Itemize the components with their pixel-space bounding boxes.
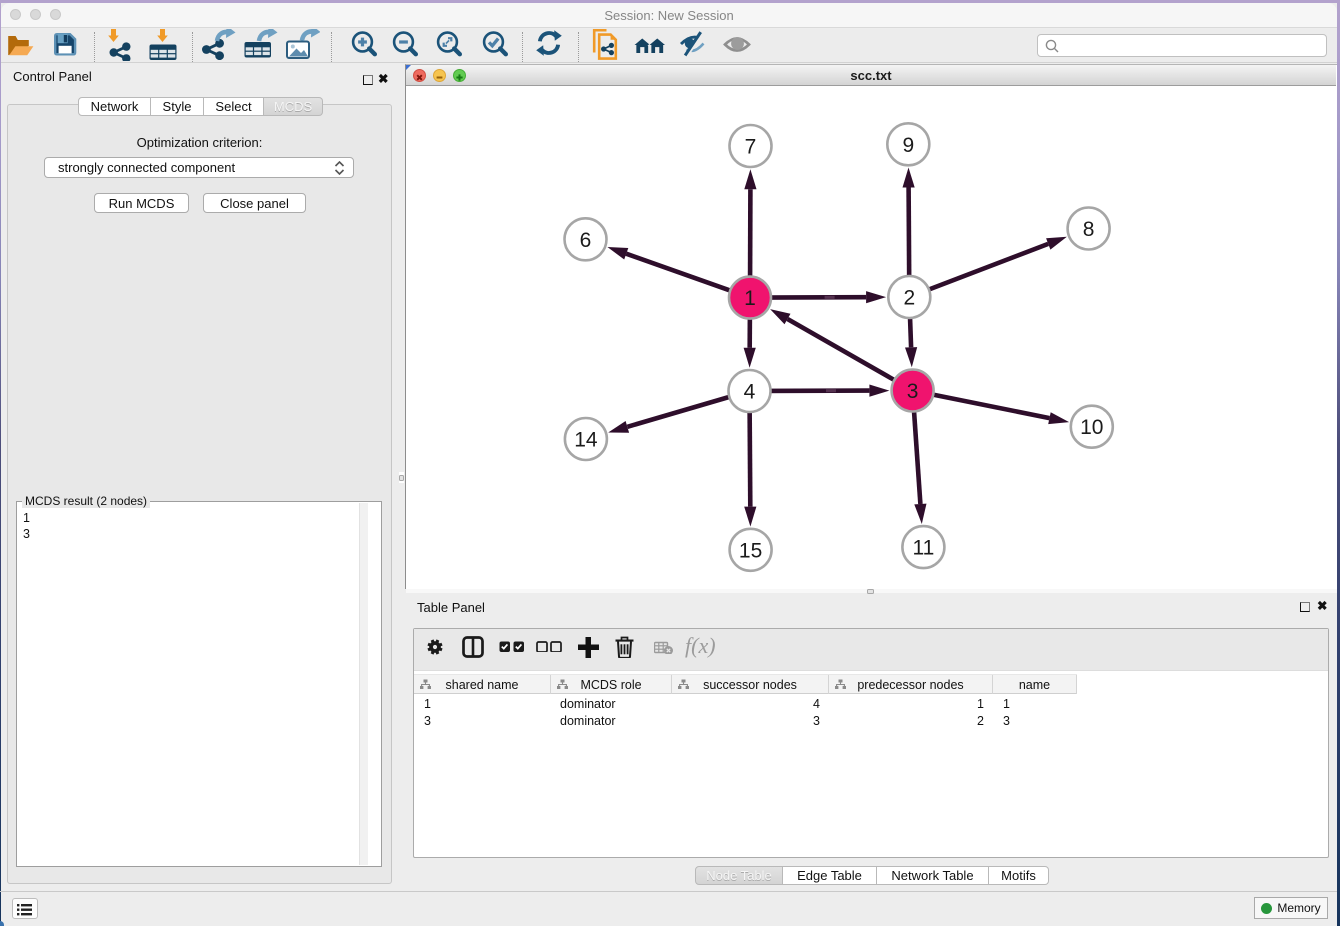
svg-text:3: 3	[907, 380, 919, 403]
svg-text:7: 7	[745, 136, 757, 159]
svg-text:10: 10	[1080, 416, 1103, 439]
svg-text:8: 8	[1083, 218, 1095, 241]
svg-text:9: 9	[902, 134, 914, 157]
svg-text:11: 11	[912, 537, 934, 560]
svg-text:15: 15	[739, 539, 762, 562]
svg-text:1: 1	[744, 287, 756, 310]
svg-text:6: 6	[580, 229, 592, 252]
svg-text:4: 4	[744, 381, 756, 404]
svg-text:14: 14	[574, 429, 598, 452]
svg-text:2: 2	[903, 287, 915, 310]
